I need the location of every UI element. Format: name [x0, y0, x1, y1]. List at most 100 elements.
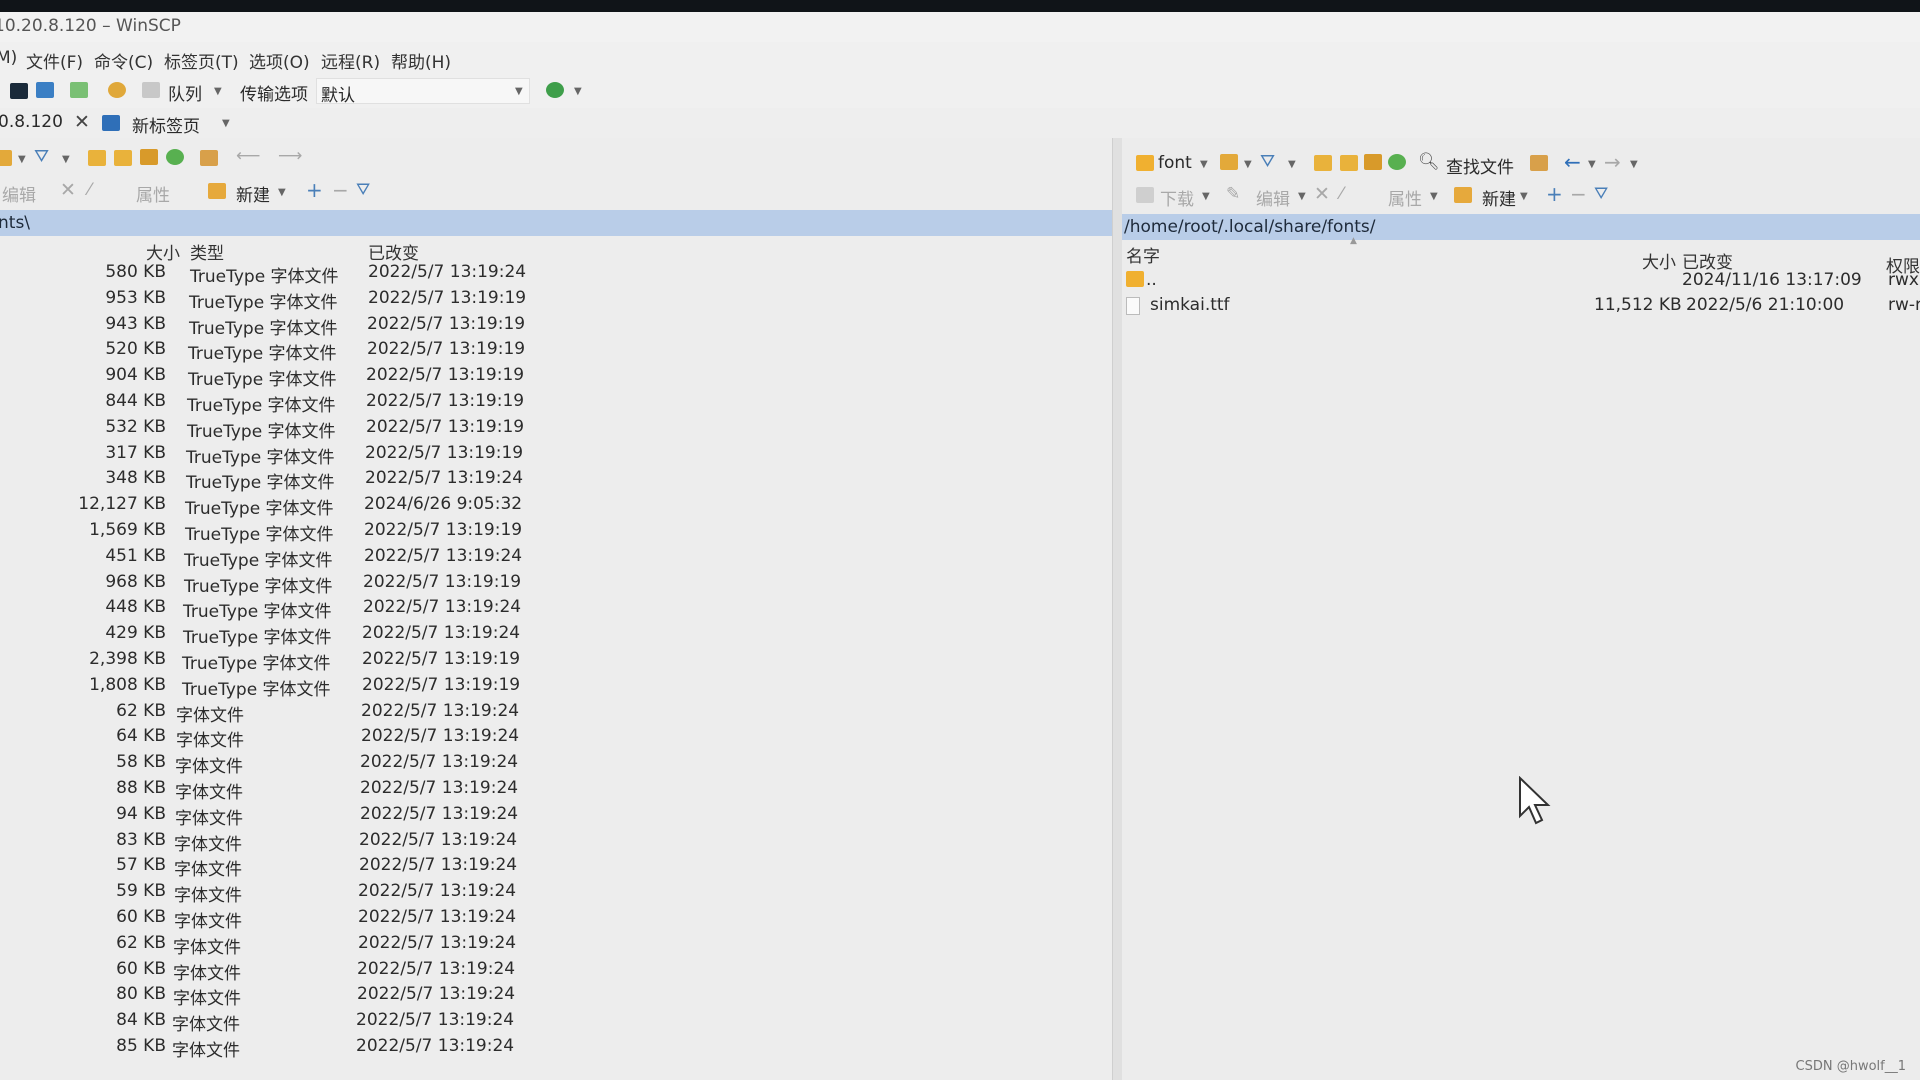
table-row[interactable]: 62 KB 字体文件 2022/5/7 13:19:24 — [0, 701, 1100, 726]
delete-icon[interactable]: ✕ — [1314, 183, 1330, 205]
chevron-down-icon[interactable]: ▼ — [62, 154, 70, 165]
session-tab-label[interactable]: 0.8.120 — [0, 112, 63, 132]
table-row[interactable]: 84 KB 字体文件 2022/5/7 13:19:24 — [0, 1010, 1100, 1035]
download-icon[interactable] — [1136, 187, 1154, 203]
chevron-down-icon[interactable]: ▼ — [1202, 191, 1210, 202]
root-folder-icon[interactable] — [114, 150, 132, 166]
table-row[interactable]: 94 KB 字体文件 2022/5/7 13:19:24 — [0, 804, 1100, 829]
rename-icon[interactable]: ⁄ — [1340, 184, 1343, 204]
table-row[interactable]: 2,398 KB TrueType 字体文件 2022/5/7 13:19:19 — [0, 649, 1100, 674]
menu-item-remote[interactable]: 远程(R) — [321, 48, 380, 73]
filter-icon[interactable]: ⛛ — [1594, 184, 1608, 204]
chevron-down-icon[interactable]: ▼ — [1430, 191, 1438, 202]
table-row[interactable]: 1,808 KB TrueType 字体文件 2022/5/7 13:19:19 — [0, 675, 1100, 700]
minus-icon[interactable]: − — [332, 178, 349, 202]
home-icon[interactable] — [140, 149, 158, 165]
forward-arrow-icon[interactable]: ⟶ — [278, 146, 302, 166]
new-tab-label[interactable]: 新标签页 — [132, 112, 200, 137]
table-row[interactable]: 904 KB TrueType 字体文件 2022/5/7 13:19:19 — [0, 365, 1100, 390]
table-row[interactable]: 62 KB 字体文件 2022/5/7 13:19:24 — [0, 933, 1100, 958]
chevron-down-icon[interactable]: ▼ — [278, 187, 286, 198]
chevron-down-icon[interactable]: ▼ — [18, 154, 26, 165]
table-row[interactable]: 348 KB TrueType 字体文件 2022/5/7 13:19:24 — [0, 468, 1100, 493]
chevron-down-icon[interactable]: ▼ — [1520, 191, 1528, 202]
column-header-size[interactable]: 大小 — [146, 239, 180, 264]
table-row[interactable]: 59 KB 字体文件 2022/5/7 13:19:24 — [0, 881, 1100, 906]
queue-icon[interactable] — [142, 82, 160, 98]
table-row[interactable]: 451 KB TrueType 字体文件 2022/5/7 13:19:24 — [0, 546, 1100, 571]
new-folder-icon[interactable] — [1454, 187, 1472, 203]
new-folder-icon[interactable] — [208, 183, 226, 199]
table-row[interactable]: 448 KB TrueType 字体文件 2022/5/7 13:19:24 — [0, 597, 1100, 622]
chevron-down-icon[interactable]: ▼ — [1588, 159, 1596, 170]
preferences-icon[interactable] — [108, 82, 126, 98]
local-path-bar[interactable]: nts\ — [0, 210, 1112, 236]
table-row[interactable]: 60 KB 字体文件 2022/5/7 13:19:24 — [0, 959, 1100, 984]
plus-icon[interactable]: + — [306, 178, 323, 202]
parent-folder-icon[interactable] — [88, 150, 106, 166]
chevron-down-icon[interactable]: ▼ — [1298, 191, 1306, 202]
table-row[interactable]: 58 KB 字体文件 2022/5/7 13:19:24 — [0, 752, 1100, 777]
chevron-down-icon[interactable]: ▼ — [1200, 159, 1208, 170]
parent-folder-icon[interactable] — [1314, 155, 1332, 171]
forward-arrow-icon[interactable]: → — [1604, 150, 1621, 174]
chevron-down-icon[interactable]: ▼ — [222, 118, 230, 129]
table-row[interactable]: 64 KB 字体文件 2022/5/7 13:19:24 — [0, 726, 1100, 751]
tree-toggle-icon[interactable] — [200, 150, 218, 166]
menu-item-m[interactable]: M) — [0, 48, 17, 68]
synchronize-icon[interactable] — [70, 82, 88, 98]
refresh-globe-icon[interactable] — [546, 82, 564, 98]
new-button[interactable]: 新建 — [1482, 185, 1516, 210]
table-row[interactable]: 953 KB TrueType 字体文件 2022/5/7 13:19:19 — [0, 288, 1100, 313]
chevron-down-icon[interactable]: ▼ — [1288, 159, 1296, 170]
queue-dropdown-icon[interactable]: ▼ — [214, 86, 222, 97]
rename-icon[interactable]: ⁄ — [88, 180, 91, 200]
back-arrow-icon[interactable]: ⟵ — [236, 146, 260, 166]
list-item-parent[interactable]: .. 2024/11/16 13:17:09 rwxr — [1122, 268, 1920, 292]
column-header-changed[interactable]: 已改变 — [368, 239, 419, 264]
terminal-icon[interactable] — [10, 83, 28, 99]
menu-item-help[interactable]: 帮助(H) — [391, 48, 451, 73]
delete-icon[interactable]: ✕ — [60, 179, 76, 201]
table-row[interactable]: 317 KB TrueType 字体文件 2022/5/7 13:19:19 — [0, 443, 1100, 468]
column-header-name[interactable]: 名字 — [1126, 242, 1160, 267]
chevron-down-icon[interactable]: ▼ — [1630, 159, 1638, 170]
open-folder-icon[interactable] — [1220, 154, 1238, 170]
menu-item-file[interactable]: 文件(F) — [26, 48, 83, 73]
plus-icon[interactable]: + — [1546, 182, 1563, 206]
back-arrow-icon[interactable]: ← — [1564, 150, 1581, 174]
find-files-button[interactable]: 查找文件 — [1446, 153, 1514, 178]
home-icon[interactable] — [1364, 154, 1382, 170]
list-item[interactable]: simkai.ttf 11,512 KB 2022/5/6 21:10:00 r… — [1122, 293, 1920, 317]
remote-path-bar[interactable]: /home/root/.local/share/fonts/ — [1122, 214, 1920, 240]
filter-icon[interactable]: ⛛ — [34, 146, 49, 167]
table-row[interactable]: 85 KB 字体文件 2022/5/7 13:19:24 — [0, 1036, 1100, 1061]
menu-item-command[interactable]: 命令(C) — [94, 48, 153, 73]
table-row[interactable]: 83 KB 字体文件 2022/5/7 13:19:24 — [0, 830, 1100, 855]
filter-icon[interactable]: ⛛ — [356, 180, 370, 200]
edit-button[interactable]: 编辑 — [1256, 185, 1290, 210]
table-row[interactable]: 80 KB 字体文件 2022/5/7 13:19:24 — [0, 984, 1100, 1009]
remote-folder-selector[interactable]: font — [1158, 153, 1192, 173]
open-folder-icon[interactable] — [0, 150, 12, 166]
table-row[interactable]: 12,127 KB TrueType 字体文件 2024/6/26 9:05:32 — [0, 494, 1100, 519]
edit-icon[interactable]: ✎ — [1226, 184, 1240, 204]
new-button[interactable]: 新建 — [236, 181, 270, 206]
chevron-down-icon[interactable]: ▼ — [1244, 159, 1252, 170]
root-folder-icon[interactable] — [1340, 155, 1358, 171]
sync-browse-icon[interactable] — [36, 82, 54, 98]
table-row[interactable]: 429 KB TrueType 字体文件 2022/5/7 13:19:24 — [0, 623, 1100, 648]
download-button[interactable]: 下载 — [1160, 185, 1194, 210]
menu-item-options[interactable]: 选项(O) — [249, 48, 310, 73]
close-icon[interactable]: ✕ — [74, 111, 90, 133]
refresh-icon[interactable] — [1388, 154, 1406, 170]
queue-label[interactable]: 队列 — [168, 80, 202, 105]
chevron-down-icon[interactable]: ▼ — [574, 86, 582, 97]
table-row[interactable]: 943 KB TrueType 字体文件 2022/5/7 13:19:19 — [0, 314, 1100, 339]
column-header-type[interactable]: 类型 — [190, 239, 224, 264]
table-row[interactable]: 88 KB 字体文件 2022/5/7 13:19:24 — [0, 778, 1100, 803]
menu-item-tabs[interactable]: 标签页(T) — [164, 48, 239, 73]
table-row[interactable]: 580 KB TrueType 字体文件 2022/5/7 13:19:24 — [0, 262, 1100, 287]
table-row[interactable]: 1,569 KB TrueType 字体文件 2022/5/7 13:19:19 — [0, 520, 1100, 545]
refresh-icon[interactable] — [166, 149, 184, 165]
